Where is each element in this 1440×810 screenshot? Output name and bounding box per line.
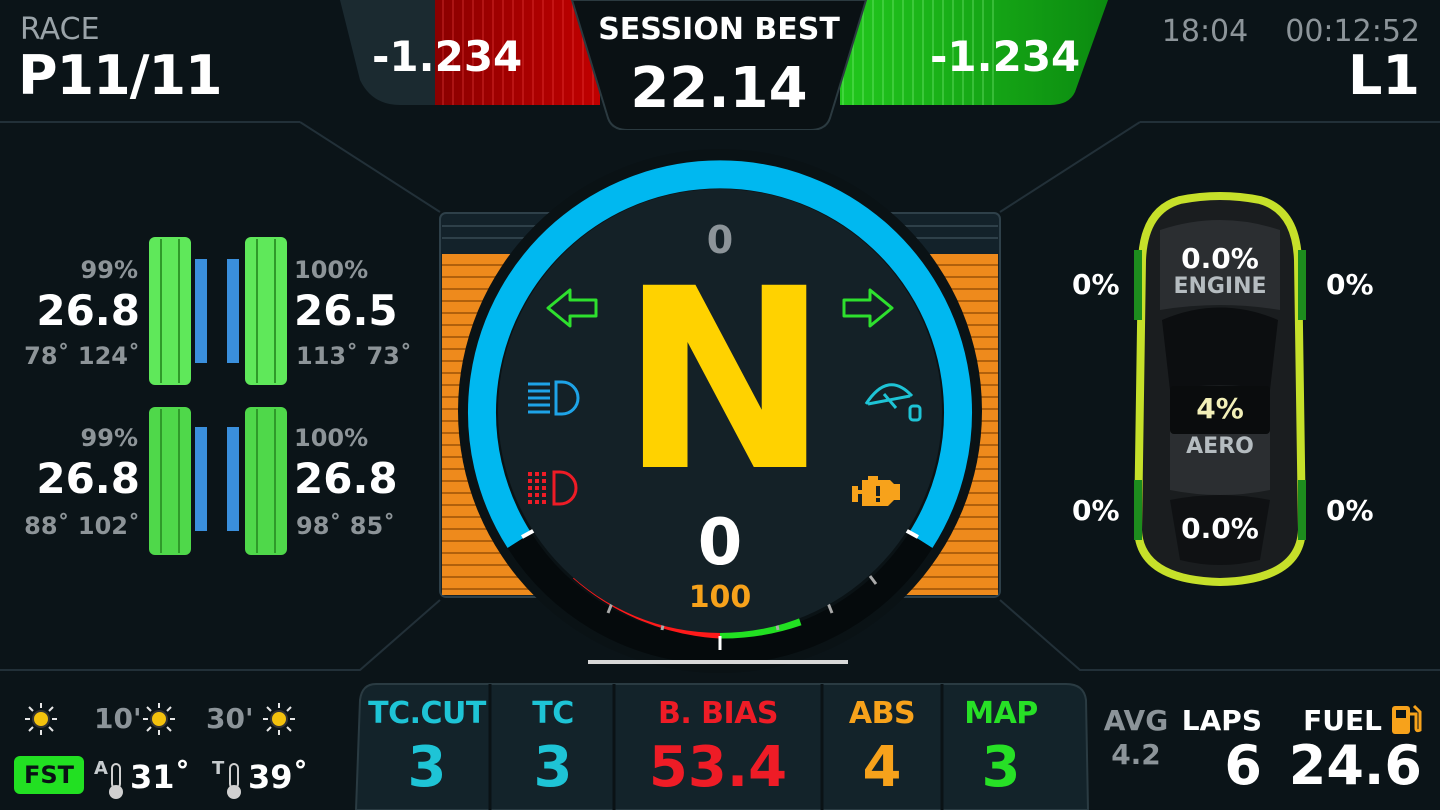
wiper-icon <box>862 374 926 422</box>
speed-readout: 0 <box>697 506 743 580</box>
fuel-label: FUEL <box>1303 704 1382 737</box>
front-right-damage: 0% <box>1326 268 1374 301</box>
tc-value: 3 <box>533 735 573 800</box>
tyre-rr-temps: 98˚ 85˚ <box>296 512 396 540</box>
tyre-rl-pressure: 26.8 <box>36 454 140 503</box>
tyre-rr-pressure: 26.8 <box>294 454 398 503</box>
map-value: 3 <box>981 735 1021 800</box>
brake-bias-label: B. BIAS <box>657 696 779 731</box>
aero-damage-value: 4% <box>1196 392 1244 425</box>
engine-warning-icon <box>848 472 904 512</box>
tyre-rl-wear: 99% <box>80 424 138 452</box>
track-temperature: 39˚ <box>248 758 309 796</box>
thermometer-track-icon <box>224 762 244 800</box>
rear-damage-value: 0.0% <box>1181 512 1259 545</box>
tyre-panel: 99% 26.8 78˚ 124˚ 100% 26.5 113˚ 73˚ 99%… <box>0 220 420 570</box>
tyre-graphics <box>149 237 287 555</box>
tc-label: TC <box>532 696 574 731</box>
tyre-rl-temps: 88˚ 102˚ <box>24 512 140 540</box>
track-temp-prefix: T <box>212 758 225 779</box>
forecast-10-label: 10' <box>94 702 142 735</box>
fuel-percent: 100 <box>688 580 752 615</box>
fuel-value: 24.6 <box>1288 734 1422 797</box>
sun-icon-now <box>24 702 58 736</box>
map-label: MAP <box>964 696 1038 731</box>
sun-icon-10min <box>142 702 176 736</box>
main-gauge: 0 N 0 100 <box>438 146 1002 676</box>
right-turn-signal-icon <box>842 286 894 330</box>
tyre-fr-wear: 100% <box>294 256 369 284</box>
tyre-fl-temps: 78˚ 124˚ <box>24 342 140 370</box>
aero-damage-label: AERO <box>1186 434 1254 459</box>
rear-left-damage: 0% <box>1072 494 1120 527</box>
tc-cut-label: TC.CUT <box>368 696 486 731</box>
laps-label: LAPS <box>1181 704 1262 737</box>
headlight-icon <box>526 378 586 418</box>
tc-cut-value: 3 <box>407 735 447 800</box>
air-temperature: 31˚ <box>130 758 191 796</box>
fuel-pump-icon <box>1390 702 1424 736</box>
gear-indicator: N <box>620 235 830 526</box>
abs-value: 4 <box>862 735 902 800</box>
rear-right-damage: 0% <box>1326 494 1374 527</box>
front-left-damage: 0% <box>1072 268 1120 301</box>
fst-badge: FST <box>14 756 84 794</box>
bottom-bar: 10' 30' FST A 31˚ T 39˚ TC.CUT 3 TC 3 B.… <box>0 670 1440 810</box>
brake-bias-value: 53.4 <box>648 735 788 800</box>
rain-light-icon <box>526 468 586 508</box>
tyre-fr-temps: 113˚ 73˚ <box>296 342 412 370</box>
laps-value: 6 <box>1224 734 1262 797</box>
tyre-fr-pressure: 26.5 <box>294 286 398 335</box>
engine-damage-label: ENGINE <box>1173 274 1267 299</box>
tyre-fl-pressure: 26.8 <box>36 286 140 335</box>
thermometer-air-icon <box>106 762 126 800</box>
forecast-30-label: 30' <box>206 702 254 735</box>
engine-damage-value: 0.0% <box>1181 242 1259 275</box>
left-turn-signal-icon <box>546 286 598 330</box>
tyre-rr-wear: 100% <box>294 424 369 452</box>
tyre-fl-wear: 99% <box>80 256 138 284</box>
abs-label: ABS <box>848 696 916 731</box>
damage-panel: 0.0% ENGINE 4% AERO 0.0% 0% 0% 0% 0% <box>1060 190 1440 590</box>
sun-icon-30min <box>262 702 296 736</box>
